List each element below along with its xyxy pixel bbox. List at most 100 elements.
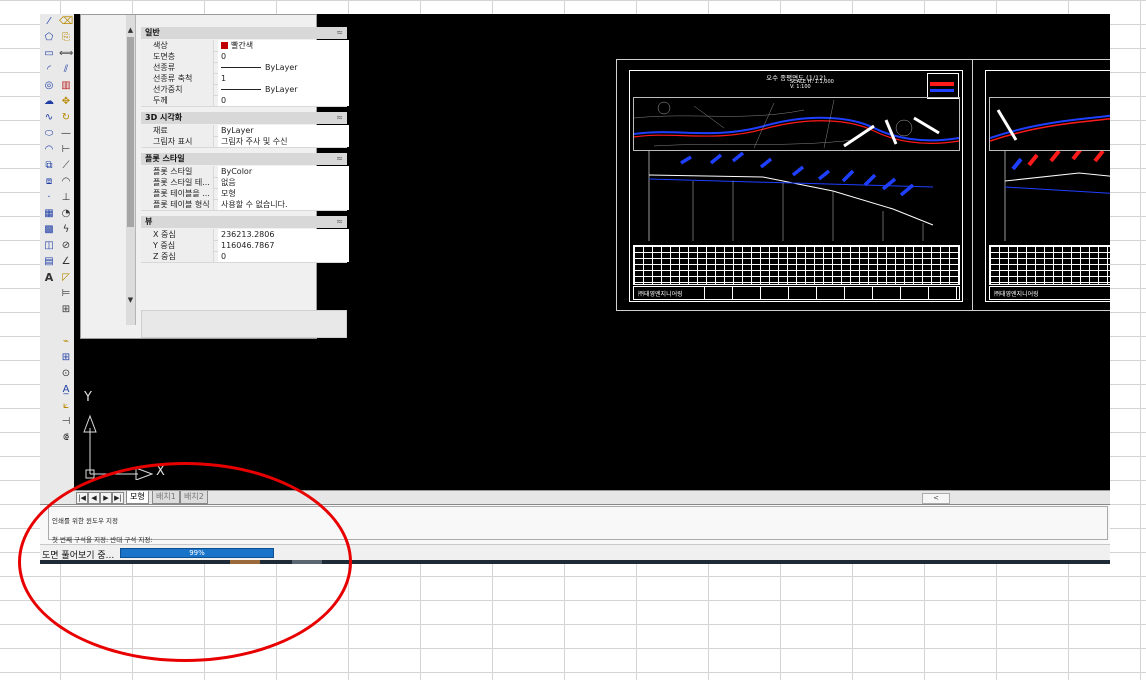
linetype-preview-icon <box>221 67 261 68</box>
arc-icon[interactable]: ◜ <box>42 63 56 77</box>
gradient-icon[interactable]: ▩ <box>42 223 56 237</box>
property-value[interactable]: ByLayer <box>218 84 349 95</box>
ordinate-dimension-icon[interactable]: ⊥ <box>59 191 73 205</box>
sheet-2-title-block: ㈜태영엔지니어링 <box>989 286 1110 300</box>
properties-section-header[interactable]: 플롯 스타일 ≈ <box>141 153 347 165</box>
properties-section-header[interactable]: 3D 시각화 ≈ <box>141 112 347 124</box>
sheet-1-data-table <box>633 245 960 285</box>
property-value-text: 236213.2806 <box>221 230 275 239</box>
collapse-toggle-icon[interactable]: ≈ <box>336 153 343 165</box>
property-row[interactable]: 플롯 테이블 형식 사용할 수 없습니다. <box>141 199 349 211</box>
plan-village-2 <box>895 119 913 137</box>
property-value[interactable]: 그림자 주사 및 수신 <box>218 136 349 147</box>
tolerance-icon[interactable]: ⌁ <box>59 335 73 349</box>
property-value[interactable]: 116046.7867 <box>218 240 349 251</box>
property-value-text: 116046.7867 <box>221 241 275 250</box>
ellipse-arc-icon[interactable]: ◠ <box>42 143 56 157</box>
circle-icon[interactable]: ◎ <box>42 79 56 93</box>
sheet-1-profile-view <box>633 151 958 245</box>
diameter-dimension-icon[interactable]: ⊘ <box>59 239 73 253</box>
draw-modify-toolbar: ⁄ ⬠ ▭ ◜ ◎ ☁ ∿ ⬭ ◠ ⧉ ⧈ · ▦ ▩ ◫ ▤ A ⌫ ⎘ ⟺ … <box>40 14 75 504</box>
property-value[interactable]: 빨간색 <box>218 40 349 51</box>
properties-scroll-down-button[interactable]: ▼ <box>126 295 135 305</box>
properties-section-header[interactable]: 일반 ≈ <box>141 27 347 39</box>
plan-road-blue <box>634 116 959 142</box>
continue-dimension-icon[interactable]: ⊞ <box>59 303 73 317</box>
property-value[interactable]: 0 <box>218 251 349 262</box>
property-row[interactable]: 그림자 표시 그림자 주사 및 수신 <box>141 136 349 148</box>
property-value[interactable]: ByLayer <box>218 125 349 136</box>
property-value[interactable]: 사용할 수 없습니다. <box>218 199 349 210</box>
property-value-text: 0 <box>221 52 227 61</box>
properties-palette: ▲ ▼ 일반 ≈ 색상 빨간색 도면층 0 선종류 ByLayer 선종류 축척 1 선가중치 ByL… <box>80 14 349 339</box>
insert-block-icon[interactable]: ⧉ <box>42 159 56 173</box>
make-block-icon[interactable]: ⧈ <box>42 175 56 189</box>
text-icon[interactable]: A <box>42 271 56 285</box>
horizontal-scroll-left-button[interactable]: < <box>922 493 950 504</box>
jogged-dimension-icon[interactable]: ϟ <box>59 223 73 237</box>
line-icon[interactable]: ⁄ <box>42 15 56 29</box>
property-name: 도면층 <box>141 51 214 62</box>
property-row[interactable]: Z 중심 0 <box>141 251 349 263</box>
ellipse-icon[interactable]: ⬭ <box>42 127 56 141</box>
draw-toolbar: ⁄ ⬠ ▭ ◜ ◎ ☁ ∿ ⬭ ◠ ⧉ ⧈ · ▦ ▩ ◫ ▤ A <box>41 14 57 287</box>
property-name: 플롯 스타일 테... <box>141 177 214 188</box>
angular-dimension-icon[interactable]: ∠ <box>59 255 73 269</box>
aligned-dimension-icon[interactable]: ⟋ <box>59 159 73 173</box>
rotate-icon[interactable]: ↻ <box>59 111 73 125</box>
dimension-edit-icon[interactable]: ⟀ <box>59 399 73 413</box>
section-title: 뷰 <box>145 217 153 226</box>
point-icon[interactable]: · <box>42 191 56 205</box>
collapse-toggle-icon[interactable]: ≈ <box>336 27 343 39</box>
sheet-1-title-block: ㈜태영엔지니어링 <box>633 286 960 300</box>
property-value[interactable]: 0 <box>218 95 349 106</box>
property-name: 플롯 테이블을 ... <box>141 188 214 199</box>
property-name: 플롯 테이블 형식 <box>141 199 214 210</box>
property-name: 색상 <box>141 40 214 51</box>
table-icon[interactable]: ▤ <box>42 255 56 269</box>
color-swatch-icon <box>221 42 228 49</box>
linear-dimension-icon[interactable]: ⊢ <box>59 143 73 157</box>
revision-cloud-icon[interactable]: ☁ <box>42 95 56 109</box>
rectangle-icon[interactable]: ▭ <box>42 47 56 61</box>
spline-icon[interactable]: ∿ <box>42 111 56 125</box>
radius-dimension-icon[interactable]: ◔ <box>59 207 73 221</box>
property-value[interactable]: ByLayer <box>218 62 349 73</box>
dimension-text-edit-icon[interactable]: ⊣ <box>59 415 73 429</box>
collapse-toggle-icon[interactable]: ≈ <box>336 112 343 124</box>
section-title: 플롯 스타일 <box>145 154 185 163</box>
sheet-1-scale-v: V: 1:100 <box>790 84 811 90</box>
baseline-dimension-icon[interactable]: ⊨ <box>59 287 73 301</box>
properties-scrollbar-thumb[interactable] <box>127 37 134 227</box>
properties-section-header[interactable]: 뷰 ≈ <box>141 216 347 228</box>
polygon-icon[interactable]: ⬠ <box>42 31 56 45</box>
offset-icon[interactable]: ⫽ <box>59 63 73 77</box>
arc-length-icon[interactable]: ◠ <box>59 175 73 189</box>
drawing-sheet-1: 오수 종평면도 (1/12) SCALE H: 1:1,000 V: 1:100 <box>616 59 974 311</box>
dimension-update-icon[interactable]: ⟃ <box>59 431 73 445</box>
property-row[interactable]: 두께 0 <box>141 95 349 107</box>
plan-village-1 <box>657 101 671 115</box>
property-value[interactable]: 없음 <box>218 177 349 188</box>
properties-scroll-up-button[interactable]: ▲ <box>126 25 135 35</box>
center-mark-icon[interactable]: ⊞ <box>59 351 73 365</box>
property-value[interactable]: 1 <box>218 73 349 84</box>
quick-dimension-icon[interactable]: ◸ <box>59 271 73 285</box>
region-icon[interactable]: ◫ <box>42 239 56 253</box>
copy-icon[interactable]: ⎘ <box>59 31 73 45</box>
property-value[interactable]: 0 <box>218 51 349 62</box>
mirror-icon[interactable]: ⟺ <box>59 47 73 61</box>
move-icon[interactable]: ✥ <box>59 95 73 109</box>
collapse-toggle-icon[interactable]: ≈ <box>336 216 343 228</box>
sheet-2-profile-drawing <box>1004 147 1110 241</box>
sheet-2-pipe <box>1004 186 1110 194</box>
legend-blue <box>930 89 954 92</box>
erase-icon[interactable]: ⌫ <box>59 15 73 29</box>
property-value[interactable]: 모형 <box>218 188 349 199</box>
property-value[interactable]: ByColor <box>218 166 349 177</box>
property-value[interactable]: 236213.2806 <box>218 229 349 240</box>
array-icon[interactable]: ▥ <box>59 79 73 93</box>
leader-icon[interactable]: A̲ <box>59 383 73 397</box>
hatch-icon[interactable]: ▦ <box>42 207 56 221</box>
inspect-icon[interactable]: ⊙ <box>59 367 73 381</box>
